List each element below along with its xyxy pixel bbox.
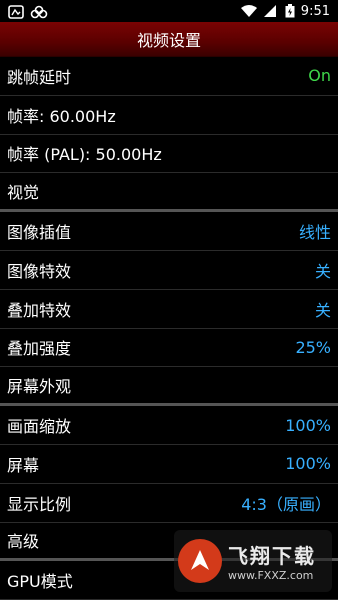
setting-label: GPU模式: [7, 572, 73, 592]
setting-value: 线性: [298, 223, 331, 243]
setting-label: 跳帧延时: [7, 67, 72, 87]
setting-screen[interactable]: 屏幕 100%: [0, 445, 338, 484]
setting-value: 4:3（原画）: [241, 494, 331, 514]
page-title: 视频设置: [136, 31, 201, 50]
setting-value: 25%: [295, 337, 331, 357]
setting-label: 图像插值: [7, 223, 72, 243]
watermark-title: 飞翔下载: [228, 544, 316, 568]
title-bar: 视频设置: [0, 22, 338, 57]
setting-aspect-ratio[interactable]: 显示比例 4:3（原画）: [0, 484, 338, 523]
setting-label: 显示比例: [7, 494, 72, 514]
setting-value: 关: [314, 300, 331, 320]
setting-value: 关: [314, 261, 331, 281]
battery-icon: [285, 4, 295, 18]
section-label: 视觉: [7, 183, 40, 203]
watermark-url: www.FXXZ.com: [228, 569, 314, 582]
watermark-logo-icon: [178, 539, 222, 583]
section-header-screen-appearance: 屏幕外观: [0, 367, 338, 407]
setting-label: 帧率: 60.00Hz: [7, 106, 116, 126]
status-time: 9:51: [300, 3, 330, 19]
wifi-icon: [240, 4, 257, 18]
setting-image-effect[interactable]: 图像特效 关: [0, 251, 338, 290]
section-header-visual: 视觉: [0, 173, 338, 213]
watermark: 飞翔下载 www.FXXZ.com: [174, 530, 332, 592]
setting-label: 帧率 (PAL): 50.00Hz: [7, 145, 162, 165]
setting-label: 图像特效: [7, 261, 72, 281]
notification-icon: [8, 4, 24, 19]
setting-value: On: [308, 66, 331, 86]
cloud-icon: [30, 4, 48, 19]
setting-overlay-strength[interactable]: 叠加强度 25%: [0, 329, 338, 368]
setting-label: 屏幕: [7, 455, 40, 475]
setting-value: 100%: [285, 454, 331, 474]
status-bar: 9:51: [0, 0, 338, 22]
setting-frame-rate[interactable]: 帧率: 60.00Hz: [0, 96, 338, 135]
section-label: 屏幕外观: [7, 377, 72, 397]
setting-frame-rate-pal[interactable]: 帧率 (PAL): 50.00Hz: [0, 135, 338, 174]
setting-label: 画面缩放: [7, 417, 72, 437]
setting-label: 叠加强度: [7, 339, 72, 359]
setting-image-scale[interactable]: 画面缩放 100%: [0, 406, 338, 445]
setting-image-interpolation[interactable]: 图像插值 线性: [0, 212, 338, 251]
signal-icon: [263, 4, 279, 18]
section-label: 高级: [7, 532, 40, 552]
setting-overlay-effect[interactable]: 叠加特效 关: [0, 290, 338, 329]
setting-frame-skip-delay[interactable]: 跳帧延时 On: [0, 57, 338, 96]
settings-list: 跳帧延时 On 帧率: 60.00Hz 帧率 (PAL): 50.00Hz 视觉…: [0, 57, 338, 600]
setting-value: 100%: [285, 415, 331, 435]
setting-label: 叠加特效: [7, 300, 72, 320]
